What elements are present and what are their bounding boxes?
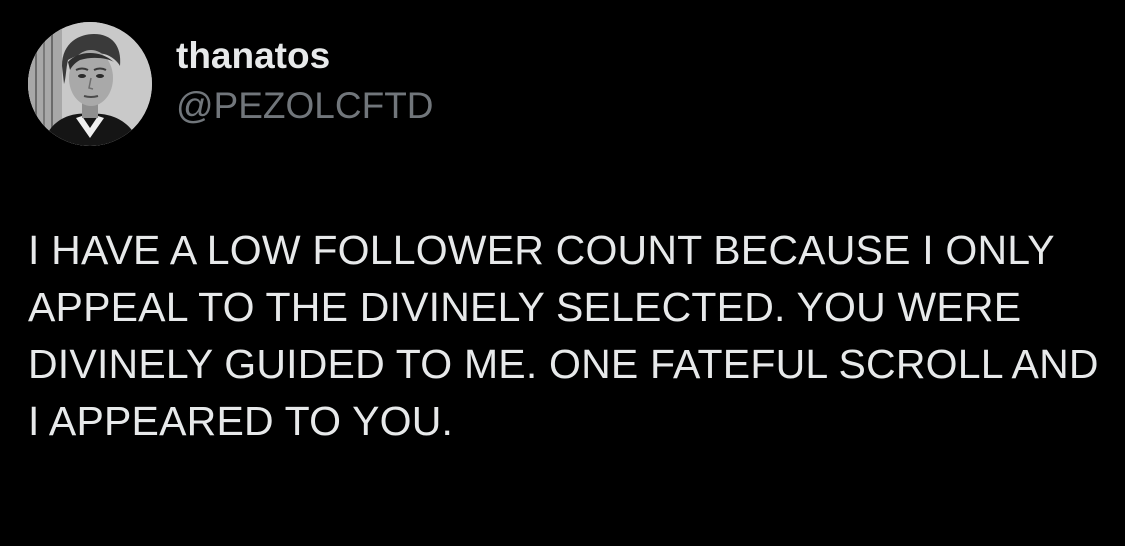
display-name[interactable]: thanatos (176, 34, 434, 78)
tweet-header: thanatos @PEZOLCFTD (28, 22, 434, 146)
profile-photo-icon (28, 22, 152, 146)
tweet-card: thanatos @PEZOLCFTD I HAVE A LOW FOLLOWE… (0, 0, 1125, 546)
avatar[interactable] (28, 22, 152, 146)
username-handle[interactable]: @PEZOLCFTD (176, 84, 434, 128)
author-names: thanatos @PEZOLCFTD (176, 35, 434, 128)
tweet-text: I HAVE A LOW FOLLOWER COUNT BECAUSE I ON… (28, 227, 1099, 444)
